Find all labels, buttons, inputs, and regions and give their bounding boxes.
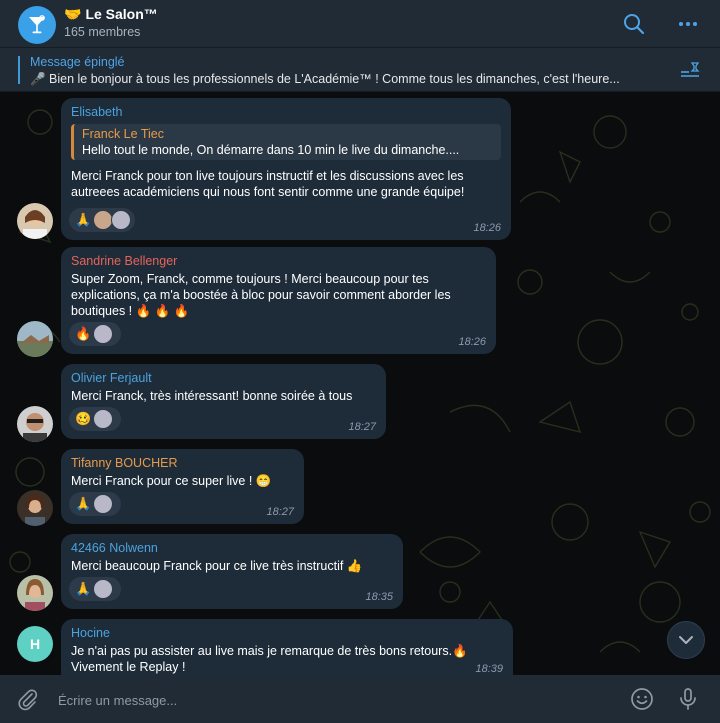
message-sender[interactable]: Hocine	[71, 625, 503, 641]
avatar-elisabeth[interactable]	[17, 203, 53, 239]
group-title[interactable]: 🤝 Le Salon™	[64, 6, 158, 23]
avatar-olivier[interactable]	[17, 406, 53, 442]
reaction-emoji: 🙏	[75, 496, 92, 511]
handshake-emoji: 🤝	[64, 6, 82, 22]
avatar-photo	[17, 321, 53, 357]
message-time: 18:39	[475, 663, 503, 675]
reaction-chip[interactable]: 🙏	[69, 208, 135, 232]
message-time: 18:27	[348, 421, 376, 433]
message-time: 18:26	[458, 336, 486, 348]
message-composer	[0, 675, 720, 723]
reactor-avatar	[93, 494, 114, 514]
reactor-avatar	[93, 324, 114, 344]
reaction-emoji: 🥴	[75, 411, 92, 426]
message-bubble[interactable]: 42466 Nolwenn Merci beaucoup Franck pour…	[61, 534, 403, 609]
microphone-icon[interactable]	[676, 687, 700, 711]
message-text: Merci beaucoup Franck pour ce live très …	[71, 559, 363, 573]
pinned-indicator	[18, 56, 20, 84]
attach-icon[interactable]	[16, 687, 40, 711]
message-bubble[interactable]: Tifanny BOUCHER Merci Franck pour ce sup…	[61, 449, 304, 524]
group-avatar[interactable]	[18, 6, 56, 44]
more-options-icon[interactable]	[676, 12, 700, 36]
avatar-photo	[17, 406, 53, 442]
message-time: 18:27	[266, 506, 294, 518]
chat-app: 🤝 Le Salon™ 165 membres Message épinglé 🎤…	[0, 0, 720, 723]
message-bubble[interactable]: Elisabeth Franck Le Tiec Hello tout le m…	[61, 98, 511, 240]
message-bubble[interactable]: Sandrine Bellenger Super Zoom, Franck, c…	[61, 247, 496, 354]
message-text: Merci Franck pour ce super live ! 😁	[71, 474, 272, 488]
message-bubble[interactable]: Olivier Ferjault Merci Franck, très inté…	[61, 364, 386, 439]
message-sender[interactable]: Olivier Ferjault	[71, 370, 376, 386]
reply-sender: Franck Le Tiec	[82, 127, 164, 141]
pinned-title: Message épinglé	[30, 55, 125, 69]
pinned-list-icon[interactable]	[679, 59, 701, 81]
cocktail-icon	[29, 15, 45, 34]
reaction-chip[interactable]: 🥴	[69, 407, 121, 431]
message-text: Merci Franck pour ton live toujours inst…	[71, 169, 465, 199]
reaction-emoji: 🙏	[75, 581, 92, 596]
pinned-text: 🎤 Bien le bonjour à tous les professionn…	[30, 72, 620, 86]
pinned-message-bar[interactable]: Message épinglé 🎤 Bien le bonjour à tous…	[0, 48, 720, 92]
avatar-sandrine[interactable]	[17, 321, 53, 357]
reactor-avatar	[93, 210, 114, 230]
avatar-photo	[17, 490, 53, 526]
message-sender[interactable]: Elisabeth	[71, 104, 501, 120]
emoji-icon[interactable]	[630, 687, 654, 711]
reaction-emoji: 🔥	[75, 326, 92, 341]
message-time: 18:35	[365, 591, 393, 603]
avatar-tifanny[interactable]	[17, 490, 53, 526]
message-sender[interactable]: 42466 Nolwenn	[71, 540, 393, 556]
reactor-avatar	[93, 409, 114, 429]
avatar-nolwenn[interactable]	[17, 575, 53, 611]
scroll-to-bottom-button[interactable]	[667, 621, 705, 659]
avatar-hocine[interactable]: H	[17, 626, 53, 662]
reactor-avatar	[111, 210, 131, 230]
message-time: 18:26	[473, 222, 501, 234]
message-text: Je n'ai pas pu assister au live mais je …	[71, 644, 468, 674]
message-text: Super Zoom, Franck, comme toujours ! Mer…	[71, 272, 451, 318]
reply-quote[interactable]: Franck Le Tiec Hello tout le monde, On d…	[71, 124, 501, 160]
avatar-photo	[17, 575, 53, 611]
member-count: 165 membres	[64, 25, 141, 39]
reactor-avatar	[93, 579, 114, 599]
reply-text: Hello tout le monde, On démarre dans 10 …	[82, 143, 460, 157]
reaction-chip[interactable]: 🙏	[69, 577, 121, 601]
chevron-down-icon	[679, 636, 693, 644]
message-input[interactable]	[56, 690, 580, 710]
message-text: Merci Franck, très intéressant! bonne so…	[71, 389, 353, 403]
search-icon[interactable]	[622, 12, 646, 36]
message-sender[interactable]: Sandrine Bellenger	[71, 253, 486, 269]
reaction-chip[interactable]: 🔥	[69, 322, 121, 346]
group-name: Le Salon™	[85, 6, 158, 22]
reaction-emoji: 🙏	[75, 212, 92, 227]
message-bubble[interactable]: Hocine Je n'ai pas pu assister au live m…	[61, 619, 513, 675]
chat-header: 🤝 Le Salon™ 165 membres	[0, 0, 720, 48]
message-list[interactable]: Elisabeth Franck Le Tiec Hello tout le m…	[0, 92, 720, 675]
avatar-photo	[17, 203, 53, 239]
reaction-chip[interactable]: 🙏	[69, 492, 121, 516]
message-sender[interactable]: Tifanny BOUCHER	[71, 455, 294, 471]
